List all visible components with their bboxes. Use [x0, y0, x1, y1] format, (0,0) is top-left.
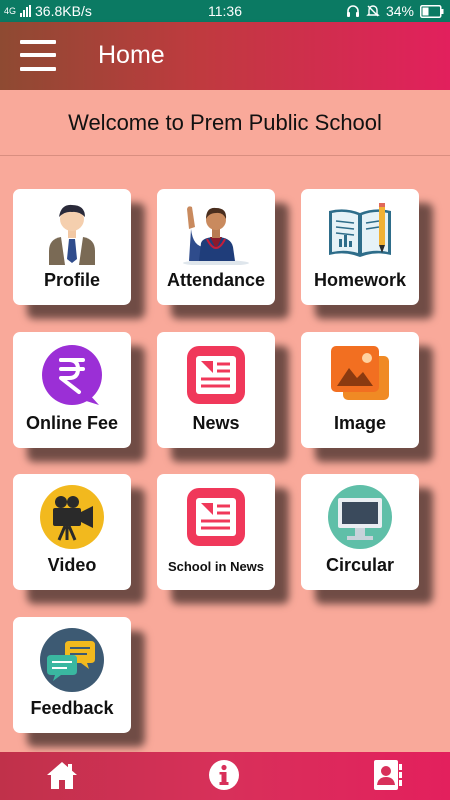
info-icon: [209, 760, 239, 790]
tile-circular[interactable]: Circular: [301, 474, 419, 590]
tile-label: Attendance: [166, 270, 265, 290]
tile-label: Homework: [313, 270, 407, 290]
tile-image[interactable]: Image: [301, 332, 419, 448]
tile-label: News: [192, 413, 240, 433]
tile-online-fee[interactable]: Online Fee: [13, 332, 131, 448]
app-bar: Home: [0, 22, 450, 90]
rupee-chat-icon: [42, 345, 102, 405]
tile-homework[interactable]: Homework: [301, 189, 419, 305]
nav-info[interactable]: [207, 758, 241, 792]
tile-label: Image: [333, 413, 387, 433]
status-bar: 4G 36.8KB/s 11:36 34%: [0, 0, 450, 22]
tile-video[interactable]: Video: [13, 474, 131, 590]
tile-attendance[interactable]: Attendance: [157, 189, 275, 305]
clock: 11:36: [208, 3, 242, 19]
student-raising-hand-icon: [183, 206, 249, 265]
tile-label: Feedback: [30, 698, 114, 718]
chat-bubbles-icon: [40, 628, 104, 692]
headset-icon: [346, 5, 359, 17]
student-icon: [49, 204, 95, 265]
home-icon: [47, 762, 77, 789]
tile-school-in-news[interactable]: School in News: [157, 474, 275, 590]
tile-label: Profile: [43, 270, 100, 290]
tile-news[interactable]: News: [157, 332, 275, 448]
contact-book-icon: [374, 760, 402, 790]
bell-off-icon: [366, 5, 380, 17]
tile-label: Online Fee: [25, 413, 119, 433]
welcome-banner: Welcome to Prem Public School: [0, 90, 450, 156]
battery-percent: 34%: [385, 3, 414, 19]
news-icon: [187, 488, 245, 546]
battery-icon: [420, 4, 444, 18]
welcome-text: Welcome to Prem Public School: [68, 110, 382, 135]
book-pencil-icon: [329, 203, 391, 257]
image-gallery-icon: [331, 346, 389, 400]
nav-contacts[interactable]: [370, 758, 404, 792]
tile-profile[interactable]: Profile: [13, 189, 131, 305]
hamburger-menu-icon[interactable]: [20, 38, 56, 74]
tile-label: Circular: [325, 555, 395, 575]
nav-home[interactable]: [45, 758, 79, 792]
page-title: Home: [98, 41, 165, 69]
tile-label: School in News: [167, 559, 265, 574]
bottom-nav: [0, 752, 450, 800]
monitor-icon: [328, 485, 392, 549]
tile-label: Video: [47, 555, 97, 575]
tile-feedback[interactable]: Feedback: [13, 617, 131, 733]
video-camera-icon: [40, 485, 104, 549]
news-icon: [187, 346, 245, 404]
